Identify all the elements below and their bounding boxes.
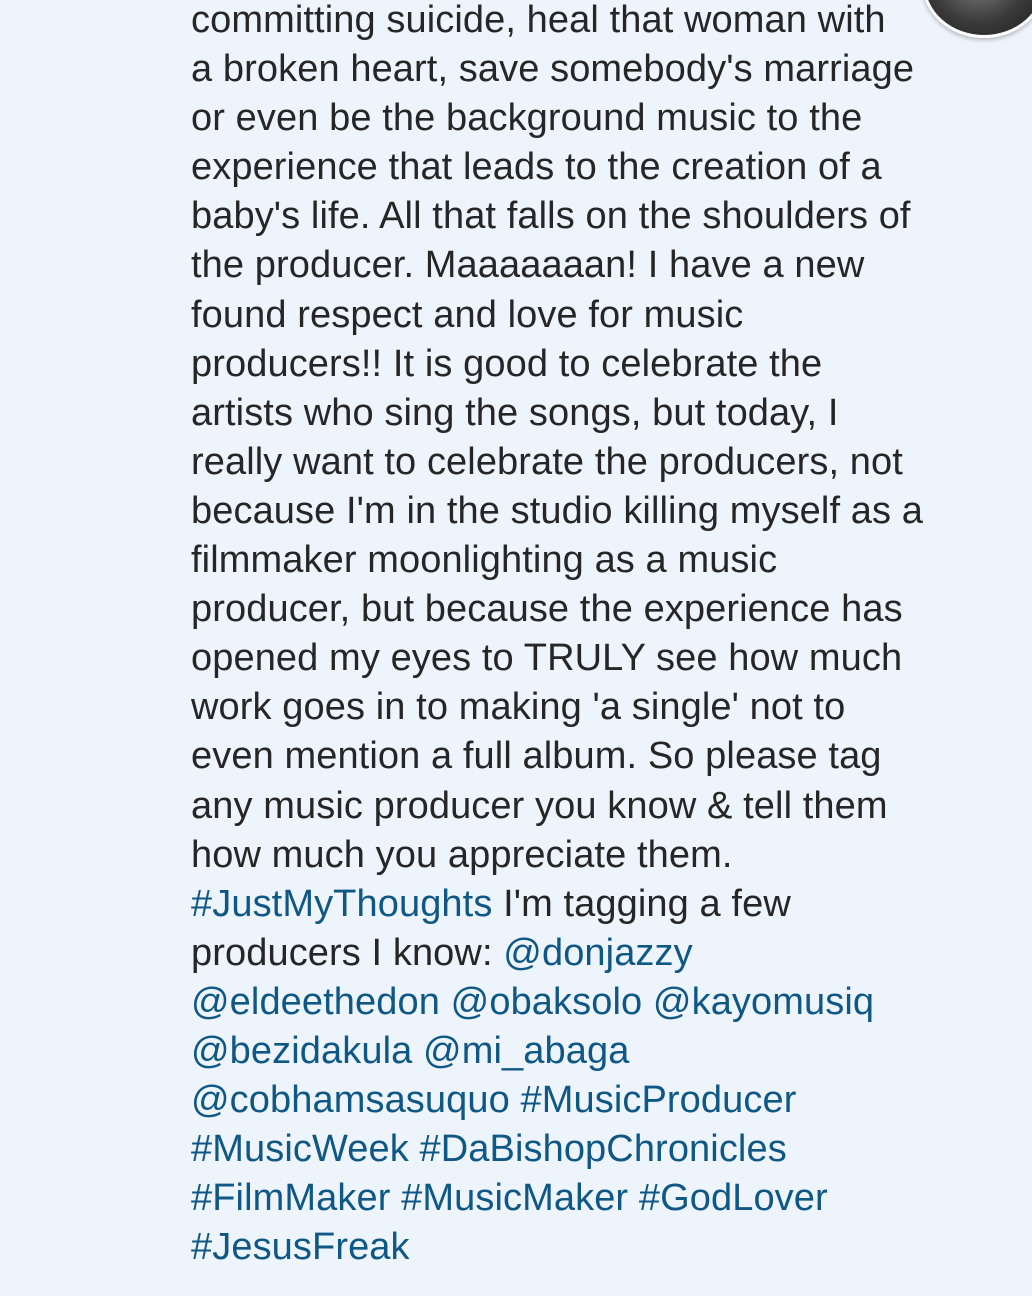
caption-text: found respect and love for music [191, 293, 744, 336]
caption-text: producers!! It is good to celebrate the [191, 342, 823, 385]
caption-line: #FilmMaker #MusicMaker #GodLover [191, 1174, 1003, 1223]
caption-text: the producer. Maaaaaaan! I have a new [191, 244, 865, 287]
caption-line: @cobhamsasuquo #MusicProducer [191, 1076, 1003, 1125]
caption-line: @eldeethedon @obaksolo @kayomusiq [191, 978, 1003, 1027]
caption-line: artists who sing the songs, but today, I [191, 389, 1003, 438]
mention-link-obaksolo[interactable]: @obaksolo [451, 981, 643, 1023]
caption-line: @bezidakula @mi_abaga [191, 1027, 1003, 1076]
mention-link-bezidakula[interactable]: @bezidakula [191, 1030, 412, 1072]
caption-text [628, 1177, 639, 1219]
caption-line: producers I know: @donjazzy [191, 929, 1003, 978]
hashtag-link-godlover[interactable]: #GodLover [639, 1177, 828, 1219]
caption-line: even mention a full album. So please tag [191, 732, 1003, 781]
caption-text: experience that leads to the creation of… [191, 146, 882, 189]
mention-link-donjazzy[interactable]: @donjazzy [503, 932, 692, 974]
caption-text: opened my eyes to TRULY see how much [191, 637, 903, 680]
caption-text: how much you appreciate them. [191, 833, 733, 876]
caption-text: I'm tagging a few [492, 882, 791, 925]
caption-line: #MusicWeek #DaBishopChronicles [191, 1125, 1003, 1174]
caption-text: or even be the background music to the [191, 97, 863, 140]
hashtag-link-jesusfreak[interactable]: #JesusFreak [191, 1226, 410, 1268]
caption-line: baby's life. All that falls on the shoul… [191, 192, 1003, 241]
caption-text [390, 1177, 401, 1219]
caption-text: a broken heart, save somebody's marriage [191, 48, 915, 91]
hashtag-link-filmmaker[interactable]: #FilmMaker [191, 1177, 390, 1219]
hashtag-link-justmythoughts[interactable]: #JustMyThoughts [191, 883, 492, 925]
caption-text [642, 981, 653, 1023]
caption-text [510, 1079, 521, 1121]
caption-text [409, 1128, 420, 1170]
caption-text: producers I know: [191, 931, 504, 974]
caption-text: really want to celebrate the producers, … [191, 440, 903, 483]
hashtag-link-musicproducer[interactable]: #MusicProducer [521, 1079, 797, 1121]
caption-text [412, 1030, 423, 1072]
caption-line: producer, but because the experience has [191, 585, 1003, 634]
caption-text: artists who sing the songs, but today, I [191, 391, 839, 434]
caption-line: committing suicide, heal that woman with [191, 0, 1003, 45]
mention-link-cobhamsasuquo[interactable]: @cobhamsasuquo [191, 1079, 510, 1121]
caption-line: experience that leads to the creation of… [191, 143, 1003, 192]
caption-text: even mention a full album. So please tag [191, 735, 882, 778]
caption-line: filmmaker moonlighting as a music [191, 536, 1003, 585]
caption-text: work goes in to making 'a single' not to [191, 686, 846, 729]
caption-line: the producer. Maaaaaaan! I have a new [191, 241, 1003, 290]
caption-line: or even be the background music to the [191, 94, 1003, 143]
hashtag-link-musicmaker[interactable]: #MusicMaker [401, 1177, 628, 1219]
hashtag-link-dabishopchronicles[interactable]: #DaBishopChronicles [419, 1128, 786, 1170]
caption-text: because I'm in the studio killing myself… [191, 489, 923, 532]
hashtag-link-musicweek[interactable]: #MusicWeek [191, 1128, 409, 1170]
caption-line: how much you appreciate them. [191, 831, 1003, 880]
post-caption: committing suicide, heal that woman with… [191, 0, 1003, 1272]
caption-text: producer, but because the experience has [191, 588, 903, 631]
caption-line: any music producer you know & tell them [191, 782, 1003, 831]
mention-link-mi-abaga[interactable]: @mi_abaga [423, 1030, 629, 1072]
caption-line: a broken heart, save somebody's marriage [191, 45, 1003, 94]
caption-text [440, 981, 451, 1023]
caption-text: baby's life. All that falls on the shoul… [191, 195, 911, 238]
caption-text: committing suicide, heal that woman with [191, 0, 886, 41]
caption-line: #JustMyThoughts I'm tagging a few [191, 880, 1003, 929]
caption-line: because I'm in the studio killing myself… [191, 487, 1003, 536]
caption-line: #JesusFreak [191, 1223, 1003, 1272]
caption-line: work goes in to making 'a single' not to [191, 683, 1003, 732]
mention-link-eldeethedon[interactable]: @eldeethedon [191, 981, 440, 1023]
caption-line: found respect and love for music [191, 291, 1003, 340]
caption-line: producers!! It is good to celebrate the [191, 340, 1003, 389]
caption-line: really want to celebrate the producers, … [191, 438, 1003, 487]
caption-text: filmmaker moonlighting as a music [191, 539, 778, 582]
caption-line: opened my eyes to TRULY see how much [191, 634, 1003, 683]
mention-link-kayomusiq[interactable]: @kayomusiq [653, 981, 874, 1023]
caption-text: any music producer you know & tell them [191, 784, 888, 827]
